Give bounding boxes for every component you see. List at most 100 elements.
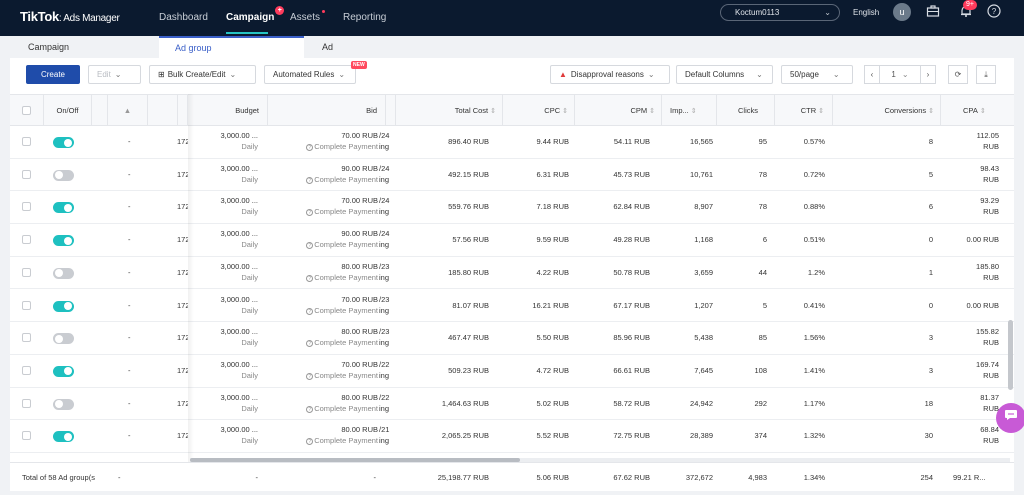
tab-campaign[interactable]: Campaign (28, 36, 69, 58)
bid-cell[interactable]: 70.00 RUB? Complete Payment (268, 126, 378, 158)
budget-cell[interactable]: 3,000.00 ... Daily (188, 355, 268, 387)
budget-cell[interactable]: 3,000.00 ... Daily (188, 224, 268, 256)
nav-assets[interactable]: Assets (290, 10, 326, 23)
ad-group-id[interactable]: 172 (177, 290, 188, 322)
row-checkbox[interactable] (22, 169, 31, 179)
disapproval-reasons-filter[interactable]: ▲ Disapproval reasons ⌄ (550, 65, 670, 84)
vertical-scrollbar[interactable] (1008, 320, 1013, 390)
bulk-create-edit-button[interactable]: ⊞ Bulk Create/Edit ⌄ (149, 65, 256, 84)
table-row[interactable]: -172 3,000.00 ... Daily 80.00 RUB? Complete … (10, 420, 1014, 453)
header-ctr[interactable]: CTR ⇕ (775, 95, 833, 126)
budget-cell[interactable]: 3,000.00 ... Daily (188, 388, 268, 420)
header-cpm[interactable]: CPM ⇕ (575, 95, 662, 126)
header-cpc[interactable]: CPC ⇕ (503, 95, 575, 126)
budget-cell[interactable]: 3,000.00 ... Daily (188, 257, 268, 289)
budget-cell[interactable]: 3,000.00 ... Daily (188, 420, 268, 452)
language-selector[interactable]: English (853, 8, 879, 17)
header-impressions[interactable]: Imp... ⇕ (662, 95, 717, 126)
status-toggle[interactable] (53, 267, 74, 279)
header-conversions[interactable]: Conversions ⇕ (833, 95, 941, 126)
refresh-button[interactable]: ⟳ (948, 65, 968, 84)
bid-cell[interactable]: 80.00 RUB? Complete Payment (268, 420, 378, 452)
edit-button[interactable]: Edit ⌄ (88, 65, 141, 84)
table-row[interactable]: -172 3,000.00 ... Daily 80.00 RUB? Complete … (10, 322, 1014, 355)
table-row[interactable]: -172 3,000.00 ... Daily 80.00 RUB? Complete … (10, 256, 1014, 290)
bid-cell[interactable]: 80.00 RUB? Complete Payment (268, 322, 378, 354)
table-row[interactable]: -172 3,000.00 ... Daily 70.00 RUB? Complete … (10, 126, 1014, 159)
table-row[interactable]: -172 3,000.00 ... Daily 90.00 RUB? Complete … (10, 224, 1014, 257)
page-size-selector[interactable]: 50/page ⌄ (781, 65, 853, 84)
briefcase-icon[interactable] (925, 4, 941, 20)
page-number-input[interactable]: 1 ⌄ (879, 65, 921, 84)
ad-group-id[interactable]: 172 (177, 257, 188, 289)
ad-group-id[interactable]: 172 (177, 126, 188, 158)
next-page-button[interactable]: › (920, 65, 936, 84)
bid-cell[interactable]: 90.00 RUB? Complete Payment (268, 159, 378, 191)
table-row[interactable]: -172 3,000.00 ... Daily 80.00 RUB? Complete … (10, 387, 1014, 421)
status-toggle[interactable] (53, 398, 74, 410)
budget-cell[interactable]: 3,000.00 ... Daily (188, 322, 268, 354)
status-toggle[interactable] (53, 137, 74, 148)
table-row[interactable]: -172 3,000.00 ... Daily 90.00 RUB? Complete … (10, 158, 1014, 192)
status-toggle[interactable] (53, 333, 74, 345)
row-checkbox[interactable] (22, 398, 31, 408)
ad-group-id[interactable]: 172 (177, 159, 188, 191)
tiktok-ads-manager-logo[interactable]: TikTok: Ads Manager (20, 9, 120, 24)
nav-campaign[interactable]: Campaign + (226, 6, 285, 23)
create-button[interactable]: Create (26, 65, 80, 84)
bid-cell[interactable]: 80.00 RUB? Complete Payment (268, 388, 378, 420)
account-selector[interactable]: Koctum0113 ⌄ (720, 4, 840, 21)
row-checkbox[interactable] (22, 202, 31, 212)
budget-cell[interactable]: 3,000.00 ... Daily (188, 159, 268, 191)
header-clicks[interactable]: Clicks (717, 95, 775, 126)
help-icon[interactable]: ? (986, 4, 1002, 20)
status-toggle[interactable] (53, 365, 74, 377)
header-total-cost[interactable]: Total Cost ⇕ (396, 95, 503, 126)
budget-cell[interactable]: 3,000.00 ... Daily (188, 126, 268, 158)
table-row[interactable]: -172 3,000.00 ... Daily 70.00 RUB? Complete … (10, 191, 1014, 225)
header-status[interactable]: ▲ (108, 95, 148, 126)
ad-group-id[interactable]: 172 (177, 322, 188, 354)
status-toggle[interactable] (53, 169, 74, 181)
bid-cell[interactable]: 90.00 RUB? Complete Payment (268, 224, 378, 256)
status-toggle[interactable] (53, 431, 74, 443)
row-checkbox[interactable] (22, 267, 31, 277)
header-budget[interactable]: Budget (188, 95, 268, 126)
row-checkbox[interactable] (22, 333, 31, 343)
bid-cell[interactable]: 80.00 RUB? Complete Payment (268, 257, 378, 289)
chat-support-icon[interactable] (996, 403, 1024, 433)
row-checkbox[interactable] (22, 235, 31, 245)
header-bid[interactable]: Bid (268, 95, 386, 126)
table-row[interactable]: -172 3,000.00 ... Daily 70.00 RUB? Complete … (10, 354, 1014, 388)
status-toggle[interactable] (53, 235, 74, 247)
row-checkbox[interactable] (22, 365, 31, 375)
row-checkbox[interactable] (22, 300, 31, 310)
row-checkbox[interactable] (22, 431, 31, 441)
export-button[interactable]: ⤓ (976, 65, 996, 84)
status-toggle[interactable] (53, 202, 74, 214)
budget-cell[interactable]: 3,000.00 ... Daily (188, 290, 268, 322)
bid-cell[interactable]: 70.00 RUB? Complete Payment (268, 290, 378, 322)
prev-page-button[interactable]: ‹ (864, 65, 880, 84)
ad-group-id[interactable]: 172 (177, 420, 188, 452)
nav-reporting[interactable]: Reporting (343, 12, 386, 23)
tab-ad-group[interactable]: Ad group (159, 36, 304, 58)
ad-group-id[interactable]: 172 (177, 191, 188, 223)
ad-group-id[interactable]: 172 (177, 355, 188, 387)
header-cpa[interactable]: CPA ⇕ (941, 95, 1014, 126)
automated-rules-button[interactable]: Automated Rules ⌄ (264, 65, 356, 84)
user-avatar[interactable]: u (893, 3, 911, 21)
row-checkbox[interactable] (22, 137, 31, 146)
columns-selector[interactable]: Default Columns ⌄ (676, 65, 773, 84)
nav-dashboard[interactable]: Dashboard (159, 12, 208, 23)
ad-group-id[interactable]: 172 (177, 224, 188, 256)
table-row[interactable]: -172 3,000.00 ... Daily 70.00 RUB? Complete … (10, 289, 1014, 323)
ad-group-id[interactable]: 172 (177, 388, 188, 420)
status-toggle[interactable] (53, 300, 74, 312)
budget-cell[interactable]: 3,000.00 ... Daily (188, 191, 268, 223)
bid-cell[interactable]: 70.00 RUB? Complete Payment (268, 355, 378, 387)
header-on-off[interactable]: On/Off (44, 95, 92, 126)
tab-ad[interactable]: Ad (322, 36, 333, 58)
select-all-checkbox[interactable] (22, 106, 31, 115)
bid-cell[interactable]: 70.00 RUB? Complete Payment (268, 191, 378, 223)
